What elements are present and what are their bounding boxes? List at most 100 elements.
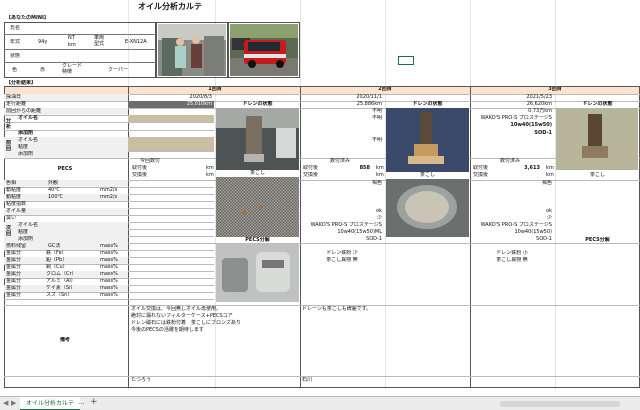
col2-next-visc: 10w40(15w50)ML	[337, 229, 382, 235]
car-photo	[230, 24, 298, 76]
label-visc100: 動粘度	[6, 194, 22, 200]
label-al-unit: mass%	[100, 278, 118, 284]
label-fuel: 燃料残留	[6, 243, 27, 249]
col3-next-oil: WAKO'S PRO-S プロステージS	[480, 222, 552, 228]
nav-left-icon[interactable]: ◀	[3, 399, 8, 407]
col3-km-unit-a: km	[546, 165, 554, 171]
col2-fumei-3: 不明	[371, 137, 382, 143]
label-prev-visc: 粘度	[18, 144, 29, 150]
sheet-more-icon[interactable]: ...	[78, 398, 85, 406]
col3-pecs-num: 3,613	[524, 165, 540, 171]
label-fuel-method: GC法	[48, 243, 61, 249]
label-next-add: 添加剤	[18, 236, 34, 242]
label-visc-index: 粘度指数	[6, 201, 27, 207]
col2-remarks: ドレーンも茶こしも綺麗です。	[302, 306, 372, 312]
col3-color: 褐色	[541, 180, 552, 186]
label-fe: 鉄（Fe）	[46, 250, 67, 256]
nav-right-icon[interactable]: ▶	[11, 399, 16, 407]
col3-drain-header: ドレンの状態	[582, 101, 613, 107]
col1-pecs-installed: 取付後	[132, 165, 148, 171]
label-fe-unit: mass%	[100, 250, 118, 256]
color-label: 色	[12, 67, 18, 73]
sheet-title: オイル分析カルテ	[138, 2, 202, 11]
col3-next-add: SOD-1	[536, 236, 552, 242]
col1-pecs-value: 今回数付	[140, 158, 161, 164]
col3-less: 少	[546, 215, 552, 221]
col2-pecs-num: 858	[359, 165, 370, 171]
label-visc40: 動粘度	[6, 187, 22, 193]
label-si-unit: mass%	[100, 285, 118, 291]
col2-ok: ok	[376, 208, 382, 214]
label-fuel-unit: mass%	[100, 243, 118, 249]
label-oil-amount: オイル量	[6, 208, 27, 214]
col1-km: 25,010km	[186, 101, 212, 107]
year-value: 94y	[38, 39, 48, 45]
col1-pecs-photo	[216, 244, 299, 302]
label-cu-unit: mass%	[100, 264, 118, 270]
col3-strainer-result: 茶こし異物 無	[496, 257, 528, 263]
col2-km-unit-b: km	[376, 172, 384, 178]
label-prev-add: 添加剤	[18, 151, 34, 157]
label-since-change: 前回からの距離	[6, 108, 42, 114]
nt-label: NT	[68, 35, 75, 41]
col3-oil-name: WAKO'S PRO-S プロステージS	[480, 115, 552, 121]
label-appearance: 外観	[48, 180, 59, 186]
col3-pecs-exch: 交換後	[473, 172, 489, 178]
owner-label: 氏名	[10, 25, 21, 31]
selected-cell[interactable]	[398, 56, 414, 65]
col3-drain-photo	[556, 108, 638, 170]
col1-drain-photo	[216, 108, 299, 170]
col2-drain-photo	[386, 108, 469, 172]
section-your-mini: 【あなたのMINI】	[6, 15, 49, 21]
col2-next-oil: WAKO'S PRO-S プロステージS	[310, 222, 382, 228]
add-sheet-button[interactable]: +	[90, 397, 98, 407]
label-metal-cu: 金属分	[6, 264, 22, 270]
label-additive: 添加剤	[18, 130, 34, 136]
model-type-value: E-XN12A	[125, 39, 147, 45]
grade-value: クーパー	[108, 67, 128, 73]
label-sampling-date: 採油日	[6, 94, 22, 100]
col2-pecs-exch: 交換後	[303, 172, 319, 178]
col2-drain-result: ドレン鉄粉 少	[326, 250, 358, 256]
label-visc100-temp: 100℃	[48, 194, 64, 200]
label-pb-unit: mass%	[100, 257, 118, 263]
label-prev: 前回	[6, 140, 12, 152]
col1-pecs-analysis: PECS分解	[245, 237, 270, 243]
label-metal-si: 金属分	[6, 285, 22, 291]
label-cu: 銅（Cu）	[46, 264, 68, 270]
label-cr: クロム（Cr）	[46, 271, 77, 277]
col3-strainer-label: 茶こし	[589, 172, 605, 178]
label-metal-pb: 金属分	[6, 257, 22, 263]
col3-pecs-analysis: PECS分解	[585, 237, 610, 243]
col1-strainer-label: 茶こし	[249, 170, 265, 176]
col2-strainer-photo	[386, 179, 469, 237]
col2-pecs-installed: 取付後	[303, 165, 319, 171]
label-remarks: 備考	[59, 337, 70, 343]
col1-pecs-exch: 交換後	[132, 172, 148, 178]
col3-km-unit-b: km	[546, 172, 554, 178]
label-metal-al: 金属分	[6, 278, 22, 284]
year-label: 年式	[10, 39, 21, 45]
col2-km: 25,886km	[356, 101, 382, 107]
label-cr-unit: mass%	[100, 271, 118, 277]
col2-strainer-label: 茶こし	[419, 172, 435, 178]
tab-oil-analysis[interactable]: オイル分析カルテ	[20, 397, 81, 410]
label-next-visc: 粘度	[18, 229, 29, 235]
col3-visc: 10w40(15w50)	[510, 122, 552, 128]
col1-km-unit-a: km	[206, 165, 214, 171]
label-next: 次回	[6, 225, 12, 237]
horizontal-scrollbar[interactable]	[500, 401, 620, 407]
col2-next-add: SOD-1	[366, 236, 382, 242]
col2-date: 2020/11/1	[356, 94, 382, 100]
label-visc40-temp: 40℃	[48, 187, 60, 193]
label-metal-cr: 金属分	[6, 271, 22, 277]
grade-label: グレード 特徴	[62, 63, 83, 75]
label-analysis: 分析	[6, 118, 12, 130]
label-metal-fe: 金属分	[6, 250, 22, 256]
label-prev-oil: オイル名	[18, 137, 39, 143]
km-label: km	[68, 42, 76, 48]
label-sn: スズ（Sn）	[46, 292, 73, 298]
col3-drain-result: ドレン鉄粉 小	[496, 250, 528, 256]
col3-add: SOD-1	[534, 130, 552, 136]
col3-ok: ok	[546, 208, 552, 214]
